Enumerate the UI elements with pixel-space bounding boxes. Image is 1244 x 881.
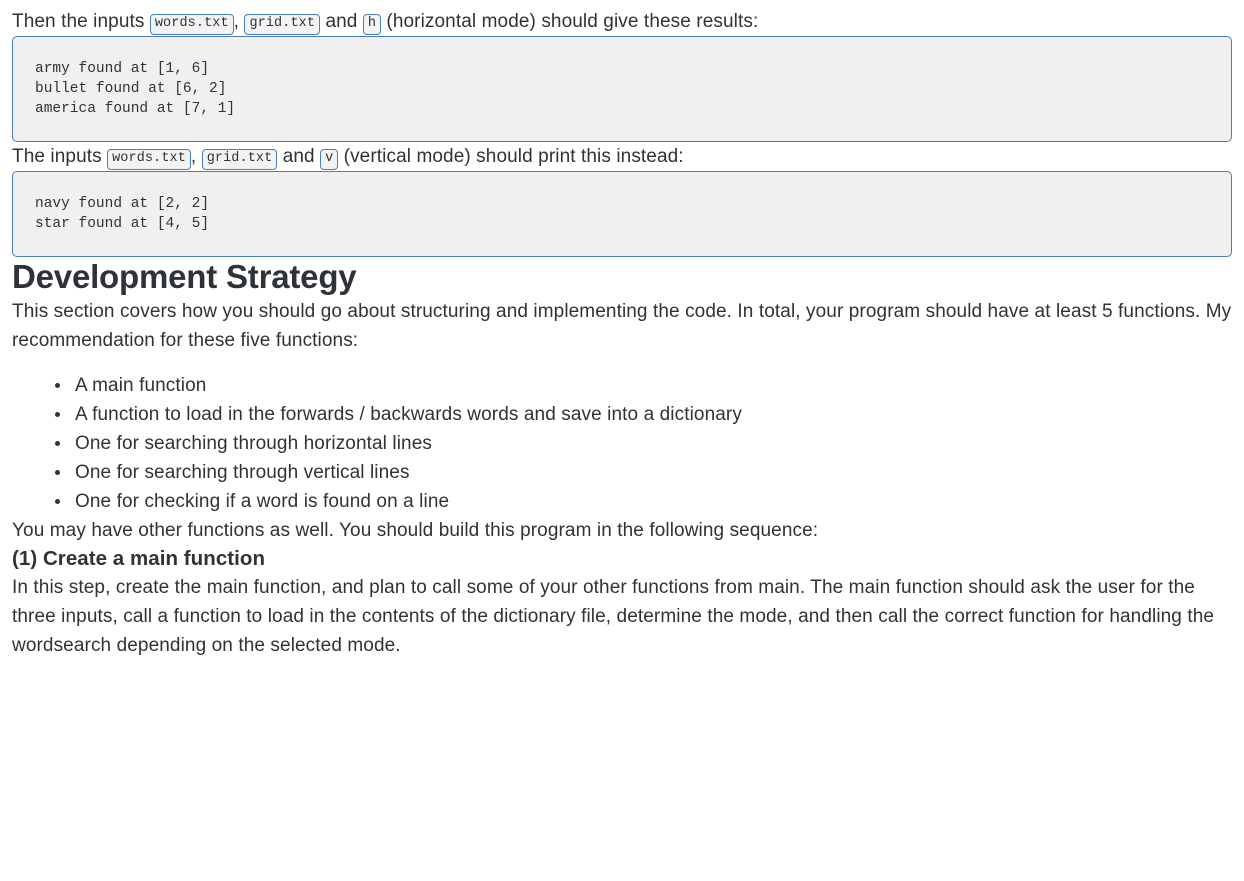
list-item: A main function xyxy=(55,371,1232,400)
list-item: One for checking if a word is found on a… xyxy=(55,487,1232,516)
inline-code-mode-v: v xyxy=(320,149,339,170)
document-page: Then the inputs words.txt, grid.txt and … xyxy=(0,0,1244,660)
list-item: A function to load in the forwards / bac… xyxy=(55,400,1232,429)
list-item: One for searching through vertical lines xyxy=(55,458,1232,487)
intro-text-before: Then the inputs xyxy=(12,11,150,32)
page-title: Development Strategy xyxy=(12,258,357,295)
vertical-intro-text-after: (vertical mode) should print this instea… xyxy=(338,146,684,167)
section-intro-paragraph: This section covers how you should go ab… xyxy=(12,301,1232,351)
vertical-intro-text-mid: and xyxy=(277,146,321,167)
inline-code-words-txt-2: words.txt xyxy=(107,149,191,170)
function-recommendation-list: A main function A function to load in th… xyxy=(12,371,1232,516)
intro-text-after: (horizontal mode) should give these resu… xyxy=(381,11,759,32)
vertical-mode-intro-paragraph: The inputs words.txt, grid.txt and v (ve… xyxy=(12,142,1232,171)
step-one-body-paragraph: In this step, create the main function, … xyxy=(12,577,1215,656)
inline-code-mode-h: h xyxy=(362,14,382,35)
inline-code-grid-txt-2: grid.txt xyxy=(201,149,278,170)
vertical-intro-text-before: The inputs xyxy=(12,146,108,167)
sequence-note-paragraph: You may have other functions as well. Yo… xyxy=(12,520,819,541)
step-one-heading: (1) Create a main function xyxy=(12,547,266,570)
intro-text-mid: and xyxy=(320,11,363,32)
inline-code-grid-txt: grid.txt xyxy=(244,14,321,35)
vertical-mode-output-block: navy found at [2, 2] star found at [4, 5… xyxy=(12,171,1232,257)
vertical-intro-separator: , xyxy=(190,146,202,167)
inline-code-words-txt: words.txt xyxy=(149,14,234,35)
intro-separator: , xyxy=(233,11,245,32)
horizontal-mode-intro-paragraph: Then the inputs words.txt, grid.txt and … xyxy=(12,0,1232,36)
list-item: One for searching through horizontal lin… xyxy=(55,429,1232,458)
horizontal-mode-output-block: army found at [1, 6] bullet found at [6,… xyxy=(12,36,1232,142)
